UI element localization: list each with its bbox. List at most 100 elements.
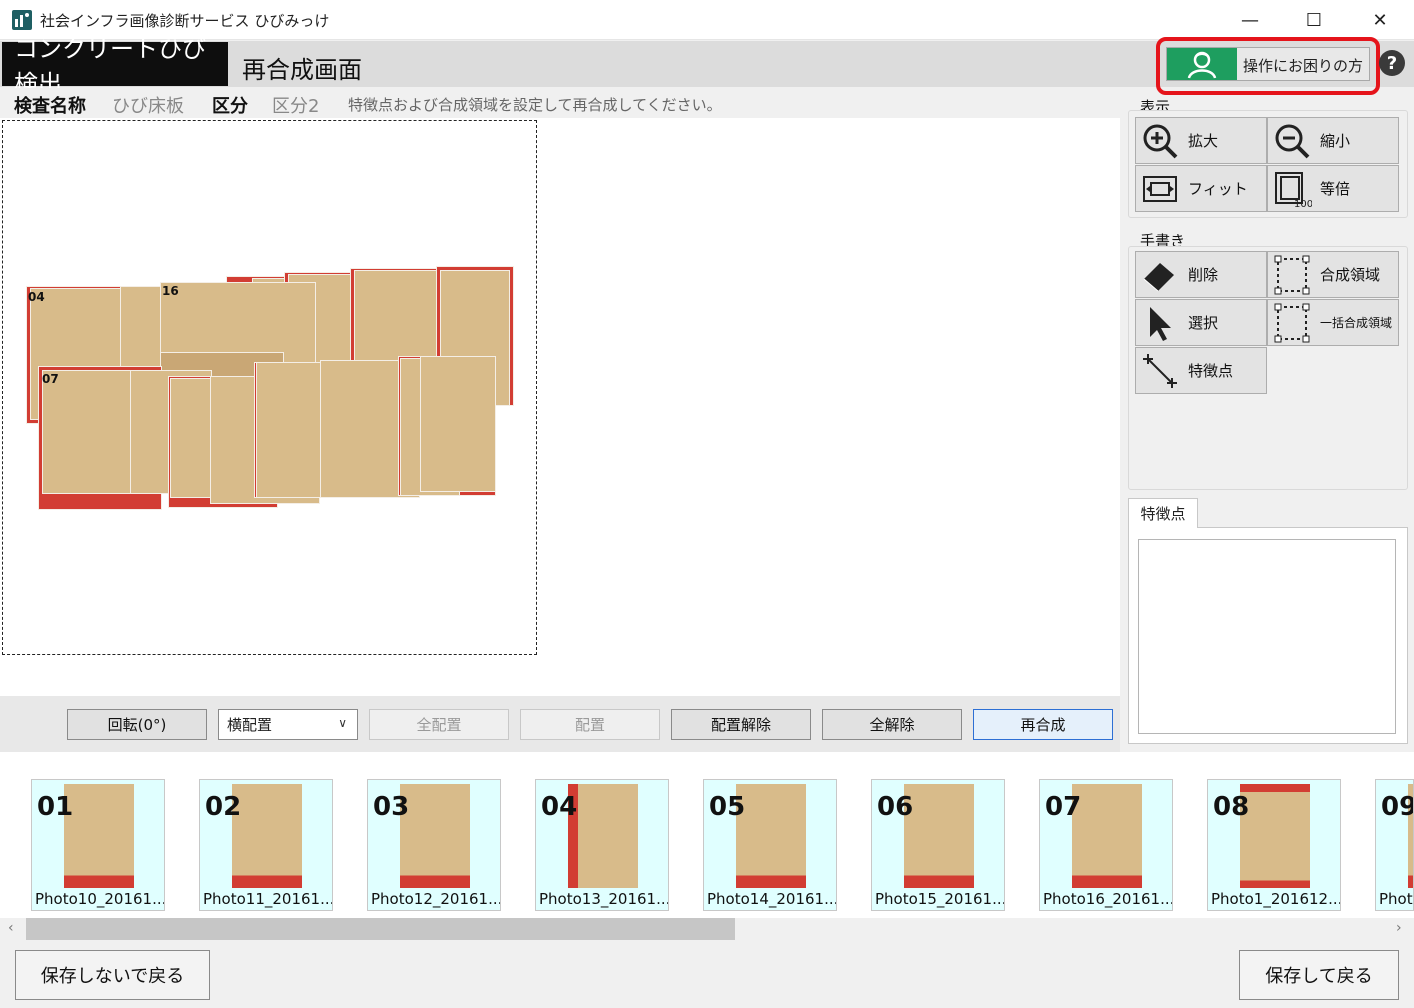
stitched-image[interactable]: 04 16 07	[26, 266, 514, 510]
delete-label: 削除	[1188, 266, 1219, 284]
thumbnail-number: 01	[37, 792, 74, 822]
inspection-name-value: ひび床板	[112, 96, 184, 117]
thumbnail-image	[232, 784, 302, 888]
svg-text:100: 100	[1294, 199, 1312, 209]
thumbnail-item[interactable]: 07 Photo16_20161...	[1039, 779, 1173, 911]
thumbnail-number: 08	[1213, 792, 1250, 822]
thumbnail-caption: Photo1_201612...	[1211, 890, 1341, 908]
zoom-out-label: 縮小	[1320, 132, 1351, 150]
close-button[interactable]: ✕	[1348, 0, 1412, 40]
select-button[interactable]: 選択	[1135, 299, 1267, 346]
feature-point-icon	[1140, 351, 1180, 391]
eraser-icon	[1140, 255, 1180, 295]
feature-point-list[interactable]	[1138, 539, 1396, 734]
actual-size-icon: 100	[1272, 169, 1313, 210]
thumbnail-number: 09	[1381, 792, 1414, 822]
bulk-compose-area-icon	[1272, 303, 1312, 343]
thumbnail-number: 04	[541, 792, 578, 822]
compose-area-icon	[1272, 255, 1312, 295]
thumbnail-number: 02	[205, 792, 242, 822]
thumbnail-image	[400, 784, 470, 888]
feature-point-label: 特徴点	[1188, 362, 1234, 380]
rotate-button[interactable]: 回転(0°)	[67, 709, 207, 740]
bulk-compose-area-button[interactable]: 一括合成領域	[1267, 299, 1399, 346]
thumbnail-caption: Photo12_20161...	[371, 890, 501, 908]
cursor-icon	[1140, 303, 1180, 343]
user-support-icon	[1167, 48, 1237, 80]
zoom-in-button[interactable]: 拡大	[1135, 117, 1267, 164]
thumbnail-item[interactable]: 04 Photo13_20161...	[535, 779, 669, 911]
mode-tab: コンクリートひび検出	[2, 35, 228, 98]
thumbnail-item[interactable]: 05 Photo14_20161...	[703, 779, 837, 911]
thumbnail-item[interactable]: 01 Photo10_20161...	[31, 779, 165, 911]
compose-area-label: 合成領域	[1320, 266, 1381, 284]
tile-label: 16	[162, 284, 179, 298]
tile-label: 07	[42, 372, 59, 386]
fit-icon	[1140, 169, 1180, 209]
arrange-button[interactable]: 配置	[520, 709, 660, 740]
delete-button[interactable]: 削除	[1135, 251, 1267, 298]
thumbnail-caption: Photo15_20161...	[875, 890, 1005, 908]
thumbnail-item[interactable]: 08 Photo1_201612...	[1207, 779, 1341, 911]
recompose-button[interactable]: 再合成	[973, 709, 1113, 740]
select-label: 選択	[1188, 314, 1219, 332]
zoom-out-icon	[1272, 121, 1312, 161]
thumbnail-image	[64, 784, 134, 888]
thumbnail-item[interactable]: 02 Photo11_20161...	[199, 779, 333, 911]
compose-area-button[interactable]: 合成領域	[1267, 251, 1399, 298]
instruction-text: 特徴点および合成領域を設定して再合成してください。	[348, 96, 722, 114]
discard-back-button[interactable]: 保存しないで戻る	[15, 950, 210, 1000]
zoom-in-icon	[1140, 121, 1180, 161]
thumbnail-image	[904, 784, 974, 888]
save-back-button[interactable]: 保存して戻る	[1239, 950, 1399, 1000]
actual-size-button[interactable]: 100 等倍	[1267, 165, 1399, 212]
thumbnail-item[interactable]: 06 Photo15_20161...	[871, 779, 1005, 911]
inspection-name-label: 検査名称	[14, 96, 86, 117]
scroll-right-icon[interactable]: ›	[1396, 920, 1402, 936]
maximize-button[interactable]: ☐	[1282, 0, 1346, 40]
bulk-compose-area-label: 一括合成領域	[1320, 316, 1393, 330]
scrollbar-thumb[interactable]	[26, 918, 735, 940]
thumbnail-image	[1072, 784, 1142, 888]
fit-button[interactable]: フィット	[1135, 165, 1267, 212]
help-button[interactable]: 操作にお困りの方	[1166, 47, 1370, 81]
fit-label: フィット	[1188, 180, 1248, 198]
unarrange-button[interactable]: 配置解除	[671, 709, 811, 740]
minimize-button[interactable]: —	[1218, 0, 1282, 40]
thumbnail-caption: Photo14_20161...	[707, 890, 837, 908]
app-icon	[12, 10, 32, 30]
thumbnail-caption: Photo13_20161...	[539, 890, 669, 908]
thumbnail-image	[736, 784, 806, 888]
layout-select-value: 横配置	[227, 716, 273, 734]
help-button-label: 操作にお困りの方	[1243, 57, 1364, 75]
feature-point-button[interactable]: 特徴点	[1135, 347, 1267, 394]
arrange-all-button[interactable]: 全配置	[369, 709, 509, 740]
thumbnail-caption: Photo11_20161...	[203, 890, 333, 908]
window-title: 社会インフラ画像診断サービス ひびみっけ	[40, 12, 330, 30]
thumbnail-number: 07	[1045, 792, 1082, 822]
screen-name: 再合成画面	[242, 56, 362, 84]
thumbnail-caption: Photo10_20161...	[35, 890, 165, 908]
footer	[0, 942, 1414, 1008]
thumbnail-item[interactable]: 03 Photo12_20161...	[367, 779, 501, 911]
layout-select[interactable]: 横配置 ∨	[218, 709, 358, 740]
thumbnail-number: 03	[373, 792, 410, 822]
thumbnail-image	[1240, 784, 1310, 888]
actual-size-label: 等倍	[1320, 180, 1351, 198]
zoom-out-button[interactable]: 縮小	[1267, 117, 1399, 164]
section-label: 区分	[212, 96, 248, 117]
question-icon[interactable]: ?	[1379, 50, 1405, 76]
section-value: 区分2	[272, 96, 320, 117]
tab-feature-point[interactable]: 特徴点	[1128, 498, 1198, 528]
zoom-in-label: 拡大	[1188, 132, 1219, 150]
thumbnail-item[interactable]: 09 Phot	[1375, 779, 1414, 911]
tile-label: 04	[28, 290, 45, 304]
thumbnail-caption: Photo16_20161...	[1043, 890, 1173, 908]
chevron-down-icon: ∨	[338, 716, 347, 730]
scroll-left-icon[interactable]: ‹	[8, 920, 14, 936]
thumbnail-image	[568, 784, 638, 888]
thumbnail-caption: Phot	[1379, 890, 1413, 908]
thumbnail-number: 05	[709, 792, 746, 822]
release-all-button[interactable]: 全解除	[822, 709, 962, 740]
thumbnail-number: 06	[877, 792, 914, 822]
